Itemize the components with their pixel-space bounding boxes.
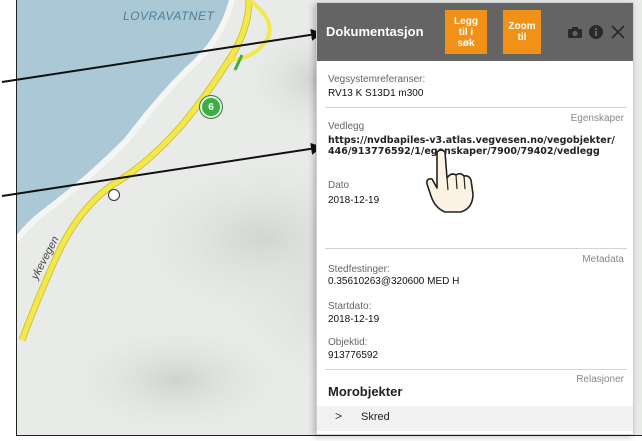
startdato-value: 2018-12-19 (328, 314, 380, 325)
chevron-right-icon[interactable]: > (335, 409, 342, 423)
lake-label: LOVRAVATNET (123, 9, 215, 23)
startdato-label: Startdato: (328, 301, 372, 312)
close-icon[interactable] (610, 24, 626, 40)
egenskaper-tag: Egenskaper (570, 113, 624, 124)
vegsystem-label: Vegsystemreferanser: (328, 74, 426, 85)
dato-label: Dato (328, 180, 350, 191)
objektid-label: Objektid: (328, 337, 368, 348)
stedfestinger-label: Stedfestinger: (328, 264, 390, 275)
divider (325, 248, 627, 249)
map-point-marker[interactable] (108, 189, 120, 201)
morobjekter-heading: Morobjekter (328, 384, 403, 399)
vegsystem-value: RV13 K S13D1 m300 (328, 88, 424, 99)
route-badge[interactable]: 6 (200, 96, 222, 118)
divider (325, 107, 627, 108)
dato-value: 2018-12-19 (328, 195, 380, 206)
relation-skred-label[interactable]: Skred (361, 411, 390, 423)
vedlegg-label: Vedlegg (328, 121, 365, 132)
panel-title: Dokumentasjon (326, 24, 424, 39)
panel-header: Dokumentasjon Legg til i søk Zoom til (317, 3, 633, 61)
info-icon[interactable] (588, 24, 604, 40)
camera-icon[interactable] (567, 24, 583, 40)
objektid-value: 913776592 (328, 350, 379, 361)
add-to-search-button[interactable]: Legg til i søk (445, 10, 487, 54)
pointer-hand-icon (426, 149, 474, 213)
relasjoner-tag: Relasjoner (576, 374, 624, 385)
zoom-to-button[interactable]: Zoom til (503, 10, 541, 54)
metadata-tag: Metadata (582, 254, 624, 265)
documentation-panel: Dokumentasjon Legg til i søk Zoom til Ve… (316, 2, 634, 435)
divider (325, 369, 627, 370)
stedfestinger-value: 0.35610263@320600 MED H (328, 276, 460, 287)
